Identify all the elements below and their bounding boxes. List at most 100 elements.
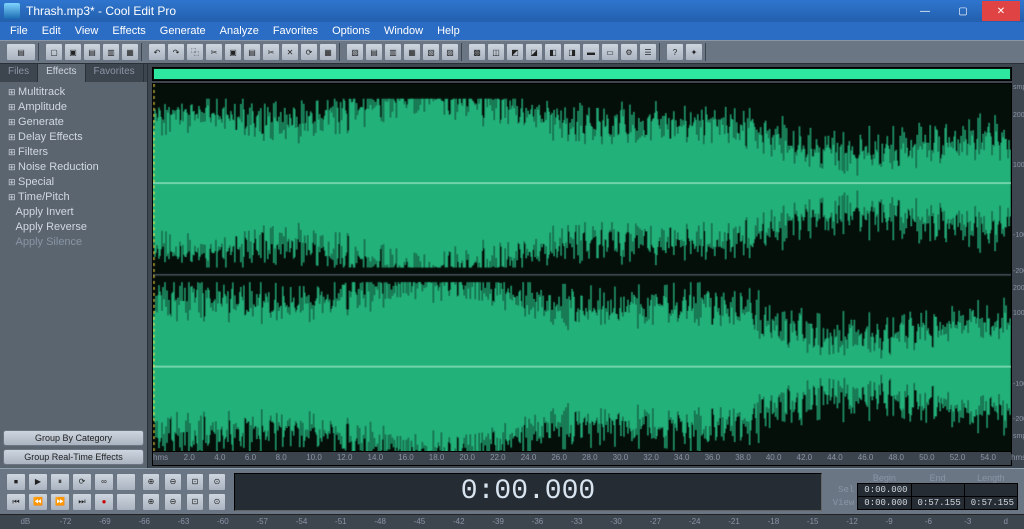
bottom-strip: ⏹▶⏸⟳∞ ⏮⏪⏩⏭● ⊕⊖⊡⊙ ⊕⊖⊡⊙ 0:00.000 BeginEndLen… xyxy=(0,468,1024,514)
blank2-button xyxy=(116,493,136,511)
ruler-button[interactable]: ▥ xyxy=(384,43,402,61)
menu-options[interactable]: Options xyxy=(326,24,376,38)
waveform-display[interactable]: smpl2000010000-10000-200002000010000-100… xyxy=(152,83,1012,452)
grid-button[interactable]: ▦ xyxy=(403,43,421,61)
organizer-panel: FilesEffectsFavorites MultitrackAmplitud… xyxy=(0,64,148,468)
loop-button[interactable]: ⟳ xyxy=(72,473,92,491)
organizer-tabs: FilesEffectsFavorites xyxy=(0,64,147,82)
about-button[interactable]: ✦ xyxy=(685,43,703,61)
app-icon xyxy=(4,3,20,19)
organizer-button[interactable]: ◨ xyxy=(563,43,581,61)
mix-button[interactable]: ▦ xyxy=(319,43,337,61)
time-panel-button[interactable]: ◩ xyxy=(506,43,524,61)
tree-delay-effects[interactable]: Delay Effects xyxy=(2,130,145,145)
tree-amplitude[interactable]: Amplitude xyxy=(2,100,145,115)
window-controls: — ▢ ✕ xyxy=(906,1,1020,21)
trim-button[interactable]: ✂ xyxy=(262,43,280,61)
zoom-full-v-button[interactable]: ⊡ xyxy=(186,493,204,511)
effects-tree[interactable]: MultitrackAmplitudeGenerateDelay Effects… xyxy=(0,82,147,427)
start-button[interactable]: ⏮ xyxy=(6,493,26,511)
menu-analyze[interactable]: Analyze xyxy=(214,24,265,38)
snap-button[interactable]: ▧ xyxy=(422,43,440,61)
tree-filters[interactable]: Filters xyxy=(2,145,145,160)
menu-favorites[interactable]: Favorites xyxy=(267,24,324,38)
maximize-button[interactable]: ▢ xyxy=(944,1,982,21)
zoom-in-v-button[interactable]: ⊕ xyxy=(142,493,160,511)
selection-info: BeginEndLengthSel0:00.000View0:00.0000:5… xyxy=(828,473,1018,510)
marker-button[interactable]: ▨ xyxy=(441,43,459,61)
tab-files[interactable]: Files xyxy=(0,64,38,82)
mode-toggle-button[interactable]: ▤ xyxy=(6,43,36,61)
toolbar: ▤ ▢ ▣ ▤ ▥ ▦ ↶ ↷ ⿻ ✂ ▣ ▤ ✂ ✕ ⟳ ▦ ▧ ▤ ▥ ▦ … xyxy=(0,40,1024,64)
infinite-button[interactable]: ∞ xyxy=(94,473,114,491)
zoom-sel-h-button[interactable]: ⊙ xyxy=(208,473,226,491)
tree-noise-reduction[interactable]: Noise Reduction xyxy=(2,160,145,175)
end-button[interactable]: ⏭ xyxy=(72,493,92,511)
menu-effects[interactable]: Effects xyxy=(106,24,151,38)
forward-button[interactable]: ⏩ xyxy=(50,493,70,511)
group-real-time-effects-button[interactable]: Group Real-Time Effects xyxy=(3,449,144,465)
level-panel-button[interactable]: ◧ xyxy=(544,43,562,61)
cut-button[interactable]: ✂ xyxy=(205,43,223,61)
delete-button[interactable]: ✕ xyxy=(281,43,299,61)
transport-panel-button[interactable]: ▩ xyxy=(468,43,486,61)
zoom-out-v-button[interactable]: ⊖ xyxy=(164,493,182,511)
pause-button[interactable]: ⏸ xyxy=(50,473,70,491)
menu-bar: FileEditViewEffectsGenerateAnalyzeFavori… xyxy=(0,22,1024,40)
tree-apply-invert[interactable]: Apply Invert xyxy=(2,205,145,220)
redo-button[interactable]: ↷ xyxy=(167,43,185,61)
record-button[interactable]: ● xyxy=(94,493,114,511)
dock-button[interactable]: ▬ xyxy=(582,43,600,61)
window-title: Thrash.mp3* - Cool Edit Pro xyxy=(26,4,900,18)
group-by-category-button[interactable]: Group By Category xyxy=(3,430,144,446)
save-file-button[interactable]: ▤ xyxy=(83,43,101,61)
mix-paste-button[interactable]: ▤ xyxy=(243,43,261,61)
menu-edit[interactable]: Edit xyxy=(36,24,67,38)
options-button[interactable]: ⚙ xyxy=(620,43,638,61)
tree-apply-silence[interactable]: Apply Silence xyxy=(2,235,145,250)
save-as-button[interactable]: ▥ xyxy=(102,43,120,61)
menu-window[interactable]: Window xyxy=(378,24,429,38)
tree-multitrack[interactable]: Multitrack xyxy=(2,85,145,100)
tab-favorites[interactable]: Favorites xyxy=(86,64,144,82)
spectral-view-button[interactable]: ▧ xyxy=(346,43,364,61)
new-file-button[interactable]: ▢ xyxy=(45,43,63,61)
time-display: 0:00.000 xyxy=(234,473,822,511)
waveform-panel: smpl2000010000-10000-200002000010000-100… xyxy=(148,64,1024,468)
open-file-button[interactable]: ▣ xyxy=(64,43,82,61)
zoom-panel-button[interactable]: ◫ xyxy=(487,43,505,61)
zoom-in-h-button[interactable]: ⊕ xyxy=(142,473,160,491)
time-ruler[interactable]: hms2.04.06.08.010.012.014.016.018.020.02… xyxy=(152,452,1012,466)
undo-button[interactable]: ↶ xyxy=(148,43,166,61)
tree-apply-reverse[interactable]: Apply Reverse xyxy=(2,220,145,235)
paste-button[interactable]: ▣ xyxy=(224,43,242,61)
tree-time-pitch[interactable]: Time/Pitch xyxy=(2,190,145,205)
zoom-full-h-button[interactable]: ⊡ xyxy=(186,473,204,491)
rewind-button[interactable]: ⏪ xyxy=(28,493,48,511)
stop-button[interactable]: ⏹ xyxy=(6,473,26,491)
settings-button[interactable]: ☰ xyxy=(639,43,657,61)
menu-file[interactable]: File xyxy=(4,24,34,38)
menu-help[interactable]: Help xyxy=(431,24,466,38)
zoom-out-h-button[interactable]: ⊖ xyxy=(164,473,182,491)
tree-generate[interactable]: Generate xyxy=(2,115,145,130)
transport-controls: ⏹▶⏸⟳∞ ⏮⏪⏩⏭● xyxy=(6,473,136,511)
zoom-sel-v-button[interactable]: ⊙ xyxy=(208,493,226,511)
menu-generate[interactable]: Generate xyxy=(154,24,212,38)
tab-effects[interactable]: Effects xyxy=(38,64,85,82)
close-button[interactable]: ✕ xyxy=(982,1,1020,21)
copy-button[interactable]: ⿻ xyxy=(186,43,204,61)
main-area: FilesEffectsFavorites MultitrackAmplitud… xyxy=(0,64,1024,468)
float-button[interactable]: ▭ xyxy=(601,43,619,61)
sel-panel-button[interactable]: ◪ xyxy=(525,43,543,61)
waveform-view-button[interactable]: ▤ xyxy=(365,43,383,61)
convert-button[interactable]: ⟳ xyxy=(300,43,318,61)
tree-special[interactable]: Special xyxy=(2,175,145,190)
overview-bar[interactable] xyxy=(152,67,1012,81)
zoom-controls: ⊕⊖⊡⊙ ⊕⊖⊡⊙ xyxy=(142,473,228,511)
help-button[interactable]: ? xyxy=(666,43,684,61)
menu-view[interactable]: View xyxy=(69,24,105,38)
close-file-button[interactable]: ▦ xyxy=(121,43,139,61)
minimize-button[interactable]: — xyxy=(906,1,944,21)
play-button[interactable]: ▶ xyxy=(28,473,48,491)
